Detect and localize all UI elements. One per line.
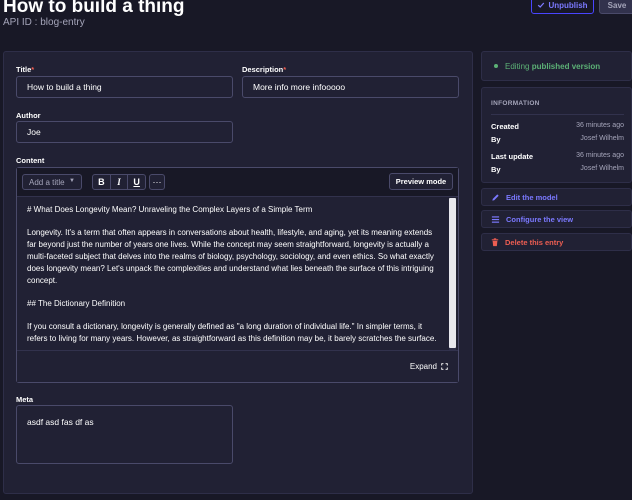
- bold-button[interactable]: B: [93, 175, 111, 189]
- expand-icon: [441, 363, 448, 370]
- italic-button[interactable]: I: [111, 175, 129, 189]
- expand-label: Expand: [409, 362, 437, 371]
- content-paragraph: If you consult a dictionary, longevity i…: [27, 322, 437, 343]
- title-field-label: Title*: [16, 65, 35, 74]
- author-input[interactable]: Joe: [16, 121, 233, 143]
- updated-by-row: By Josef Wilhelm: [491, 165, 624, 174]
- content-paragraph: ## The Dictionary Definition: [27, 299, 126, 308]
- api-id-label: API ID : blog-entry: [3, 17, 85, 28]
- save-button[interactable]: Save: [599, 0, 632, 14]
- meta-textarea[interactable]: asdf asd fas df as: [16, 405, 233, 464]
- created-row: Created 36 minutes ago: [491, 122, 624, 131]
- preview-mode-button[interactable]: Preview mode: [389, 173, 453, 190]
- page-title: How to build a thing: [3, 0, 185, 17]
- unpublish-button[interactable]: Unpublish: [531, 0, 594, 14]
- pencil-icon: [491, 193, 500, 202]
- edit-model-button[interactable]: Edit the model: [481, 188, 632, 206]
- editor-scrollbar[interactable]: [449, 198, 456, 351]
- content-paragraph: Longevity. It's a term that often appear…: [27, 228, 434, 285]
- markdown-editor: Add a title ▼ B I U ··· Preview mode # W…: [16, 167, 459, 383]
- description-input[interactable]: More info more infooooo: [242, 76, 459, 98]
- title-input[interactable]: How to build a thing: [16, 76, 233, 98]
- author-field-label: Author: [16, 111, 41, 120]
- information-title: INFORMATION: [491, 100, 540, 107]
- status-panel: Editing published version: [481, 51, 632, 81]
- trash-icon: [491, 237, 499, 247]
- divider: [491, 114, 624, 115]
- content-field-label: Content: [16, 156, 45, 165]
- check-icon: [537, 1, 545, 9]
- heading-select[interactable]: Add a title ▼: [22, 174, 82, 190]
- list-icon: [491, 215, 500, 224]
- description-field-label: Description*: [242, 65, 287, 74]
- content-paragraph: # What Does Longevity Mean? Unraveling t…: [27, 205, 313, 214]
- meta-field-label: Meta: [16, 395, 34, 404]
- format-button-group: B I U: [92, 174, 146, 190]
- delete-entry-button[interactable]: Delete this entry: [481, 233, 632, 251]
- created-by-row: By Josef Wilhelm: [491, 135, 624, 144]
- scrollbar-thumb[interactable]: [449, 198, 456, 348]
- editor-content[interactable]: # What Does Longevity Mean? Unraveling t…: [17, 197, 451, 349]
- underline-button[interactable]: U: [128, 175, 145, 189]
- more-options-button[interactable]: ···: [149, 174, 165, 190]
- unpublish-label: Unpublish: [548, 0, 588, 10]
- information-panel: INFORMATION Created 36 minutes ago By Jo…: [481, 87, 632, 183]
- status-text: Editing published version: [505, 61, 601, 71]
- editor-toolbar: Add a title ▼ B I U ··· Preview mode: [17, 168, 458, 197]
- status-dot-icon: [494, 64, 498, 68]
- configure-view-button[interactable]: Configure the view: [481, 210, 632, 228]
- updated-row: Last update 36 minutes ago: [491, 152, 624, 161]
- chevron-down-icon: ▼: [69, 178, 75, 184]
- expand-button[interactable]: Expand: [410, 362, 448, 371]
- editor-footer: Expand: [17, 350, 458, 382]
